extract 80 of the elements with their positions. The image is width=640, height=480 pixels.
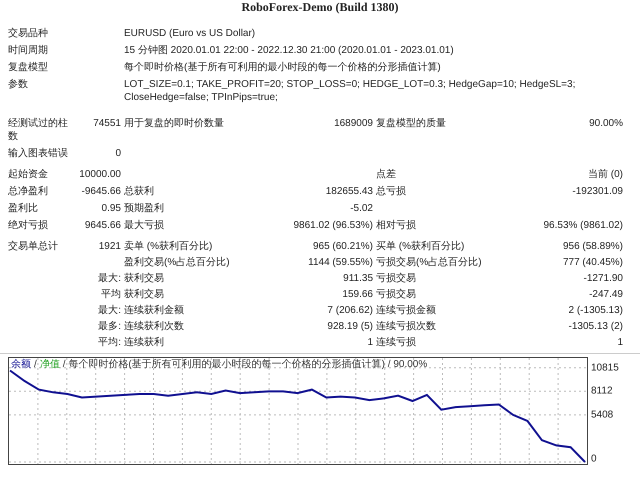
stat-value: 平均 <box>100 288 121 301</box>
stat-label: 绝对亏损 <box>8 219 49 232</box>
stat-value: -1271.90 <box>582 272 623 285</box>
stat-label: 盈利交易(%占总百分比) <box>124 256 231 269</box>
stat-value: 0 <box>114 147 121 160</box>
legend-label: / 每个即时价格(基于所有可利用的最小时段的每一个价格的分形插值计算) / 90.00% <box>62 359 428 370</box>
stat-label: 连续亏损金额 <box>376 304 437 317</box>
stat-value: 当前 (0) <box>587 168 623 181</box>
stat-value: 平均: <box>97 336 121 349</box>
field-label: 参数 <box>8 78 29 91</box>
stat-label: 总获利 <box>124 185 155 198</box>
stat-value: 2 (-1305.13) <box>568 304 623 317</box>
stat-value: 182655.43 <box>324 185 373 198</box>
stat-label: 获利交易 <box>124 272 165 285</box>
stat-value: 0.95 <box>100 202 121 215</box>
stat-value: 74551 <box>92 117 121 130</box>
stat-label: 连续获利 <box>124 336 165 349</box>
stat-value: -192301.09 <box>571 185 623 198</box>
legend-label: 余额 <box>11 359 31 370</box>
stat-label: 用于复盘的即时价数量 <box>124 117 225 130</box>
stat-value: 9645.66 <box>84 219 121 232</box>
stat-label: 获利交易 <box>124 288 165 301</box>
axis-label: 8112 <box>591 386 613 397</box>
stat-value: -247.49 <box>588 288 623 301</box>
stat-label: 输入图表错误 <box>8 147 69 160</box>
stat-label: 亏损交易 <box>376 272 417 285</box>
stat-label: 交易单总计 <box>8 240 59 253</box>
stat-label: 连续获利次数 <box>124 320 185 333</box>
stat-label: 总净盈利 <box>8 185 49 198</box>
stat-label: 点差 <box>376 168 397 181</box>
report-title: RoboForex-Demo (Build 1380) <box>241 0 399 14</box>
axis-label: 10815 <box>591 362 619 374</box>
stat-value: -9645.66 <box>80 185 121 198</box>
stat-value: 最多: <box>97 320 121 333</box>
stat-value: 1 <box>366 336 373 349</box>
stat-label: 连续亏损次数 <box>376 320 437 333</box>
stat-value: 928.19 (5) <box>326 320 373 333</box>
stat-value: 1921 <box>98 240 121 253</box>
field-label: 交易品种 <box>8 27 49 40</box>
field-value: 15 分钟图 2020.01.01 22:00 - 2022.12.30 21:00 (2020.01.01 - 2023.01.01) <box>124 44 455 57</box>
stat-label: 预期盈利 <box>124 202 165 215</box>
field-label: 时间周期 <box>8 44 49 57</box>
stat-value: 159.66 <box>341 288 373 301</box>
axis-label: 0 <box>591 454 597 464</box>
stat-value: 最大: <box>97 304 121 317</box>
field-value: 每个即时价格(基于所有可利用的最小时段的每一个价格的分形插值计算) <box>124 61 442 74</box>
field-value: LOT_SIZE=0.1; TAKE_PROFIT=20; STOP_LOSS=0; HEDGE_LOT=0.3; HedgeGap=10; HedgeSL=3; CloseHedge=false; TPInPips=true; <box>124 78 576 104</box>
stat-label: 起始资金 <box>8 168 49 181</box>
stat-value: 911.35 <box>342 272 373 285</box>
field-value: EURUSD (Euro vs US Dollar) <box>124 27 256 40</box>
stat-value: -1305.13 (2) <box>568 320 623 333</box>
field-label: 复盘模型 <box>8 61 49 74</box>
stat-value: 956 (58.89%) <box>562 240 623 253</box>
stat-label: 总亏损 <box>376 185 407 198</box>
stat-value: 1144 (59.55%) <box>307 256 373 269</box>
stat-value: -5.02 <box>349 202 373 215</box>
stat-value: 9861.02 (96.53%) <box>292 219 373 232</box>
stat-label: 相对亏损 <box>376 219 417 232</box>
stat-value: 7 (206.62) <box>326 304 373 317</box>
stat-label: 连续获利金额 <box>124 304 185 317</box>
stat-value: 10000.00 <box>78 168 121 181</box>
stat-label: 连续亏损 <box>376 336 417 349</box>
stat-label: 亏损交易(%占总百分比) <box>376 256 483 269</box>
stat-label: 复盘模型的质量 <box>376 117 447 130</box>
stat-label: 卖单 (%获利百分比) <box>124 240 214 253</box>
stat-label: 经测试过的柱数 <box>8 117 69 143</box>
legend-label: / <box>34 359 37 370</box>
stat-label: 盈利比 <box>8 202 39 215</box>
stat-value: 1689009 <box>333 117 373 130</box>
stat-value: 90.00% <box>588 117 623 130</box>
axis-label: 5408 <box>591 409 614 420</box>
stat-label: 买单 (%获利百分比) <box>376 240 466 253</box>
stat-label: 亏损交易 <box>376 288 417 301</box>
stat-label: 最大亏损 <box>124 219 165 232</box>
stat-value: 最大: <box>97 272 121 285</box>
stat-value: 96.53% (9861.02) <box>542 219 623 232</box>
stat-value: 965 (60.21%) <box>312 240 373 253</box>
stat-value: 1 <box>616 336 623 349</box>
legend-label: 净值 <box>40 359 60 370</box>
stat-value: 777 (40.45%) <box>562 256 623 269</box>
